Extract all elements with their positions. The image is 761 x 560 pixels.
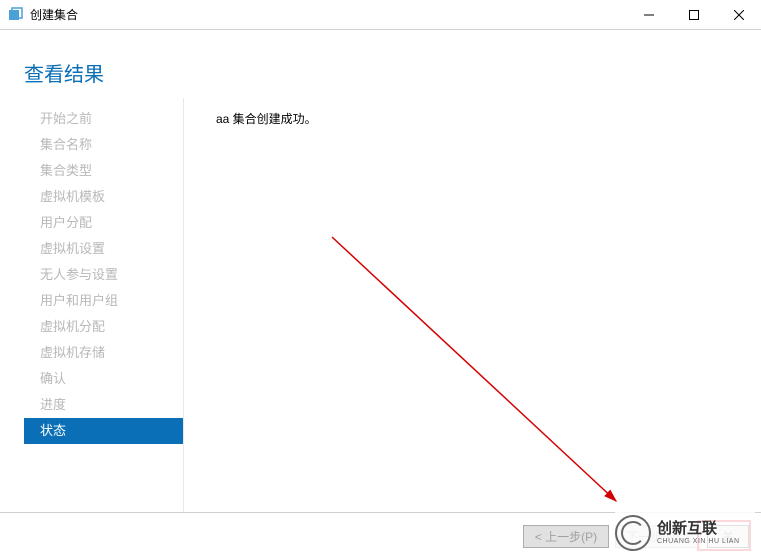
sidebar-item-user-assign: 用户分配 (24, 210, 183, 236)
wizard-sidebar: 开始之前 集合名称 集合类型 虚拟机模板 用户分配 虚拟机设置 无人参与设置 用… (24, 98, 184, 512)
sidebar-item-start: 开始之前 (24, 106, 183, 132)
status-message: aa 集合创建成功。 (216, 110, 737, 127)
sidebar-item-user-groups: 用户和用户组 (24, 288, 183, 314)
sidebar-item-collection-type: 集合类型 (24, 158, 183, 184)
window-title: 创建集合 (30, 6, 626, 23)
maximize-button[interactable] (671, 0, 716, 30)
minimize-button[interactable] (626, 0, 671, 30)
content-area: aa 集合创建成功。 (184, 98, 761, 512)
page-title: 查看结果 (0, 30, 761, 87)
titlebar: 创建集合 (0, 0, 761, 30)
footer: < 上一步(P) 下一步(N) > 关 (0, 512, 761, 560)
sidebar-item-status: 状态 (24, 418, 183, 444)
sidebar-item-vm-template: 虚拟机模板 (24, 184, 183, 210)
sidebar-item-vm-settings: 虚拟机设置 (24, 236, 183, 262)
app-icon (8, 7, 24, 23)
close-button[interactable] (716, 0, 761, 30)
sidebar-item-vm-assign: 虚拟机分配 (24, 314, 183, 340)
sidebar-item-confirm: 确认 (24, 366, 183, 392)
sidebar-item-vm-storage: 虚拟机存储 (24, 340, 183, 366)
sidebar-item-unattended: 无人参与设置 (24, 262, 183, 288)
prev-button: < 上一步(P) (523, 525, 609, 548)
sidebar-item-progress: 进度 (24, 392, 183, 418)
close-wizard-button[interactable]: 关 (707, 525, 749, 548)
main-area: 开始之前 集合名称 集合类型 虚拟机模板 用户分配 虚拟机设置 无人参与设置 用… (24, 98, 761, 512)
window-controls (626, 0, 761, 29)
sidebar-item-collection-name: 集合名称 (24, 132, 183, 158)
next-button: 下一步(N) > (615, 525, 701, 548)
